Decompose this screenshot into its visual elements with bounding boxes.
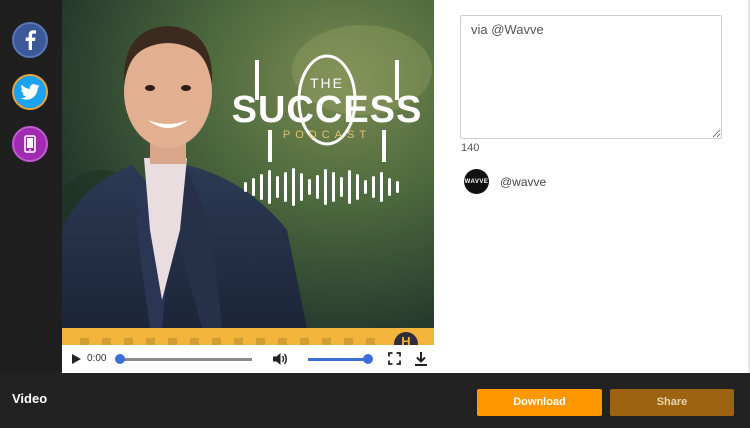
seek-handle[interactable]	[115, 354, 125, 364]
twitter-icon	[20, 84, 40, 100]
seek-bar[interactable]	[115, 354, 252, 364]
waveform-bar	[364, 180, 367, 194]
player-controls: 0:00	[62, 345, 434, 373]
facebook-icon	[25, 30, 36, 50]
volume-slider[interactable]	[308, 354, 373, 364]
share-button[interactable]: Share	[610, 389, 734, 416]
waveform-bar	[260, 174, 263, 200]
mobile-share-button[interactable]	[12, 126, 48, 162]
waveform-bar	[388, 178, 391, 196]
podcast-title-success: SUCCESS	[232, 89, 423, 131]
current-time: 0:00	[87, 353, 107, 364]
waveform-bar	[268, 170, 271, 204]
brand-badge: H	[394, 332, 418, 345]
message-textarea[interactable]: via @Wavve	[460, 15, 722, 139]
footer-bar: Video Download Share	[0, 373, 750, 428]
video-preview[interactable]: THE SUCCESS PODCAST H 0:00	[62, 0, 434, 373]
mobile-icon	[24, 135, 36, 153]
volume-icon[interactable]	[272, 351, 288, 367]
waveform-bar	[324, 169, 327, 205]
download-icon[interactable]	[414, 351, 428, 367]
waveform-bar	[276, 176, 279, 198]
fullscreen-icon[interactable]	[388, 352, 401, 365]
waveform-bar	[380, 172, 383, 202]
waveform-bar	[284, 172, 287, 202]
artwork-banner: H	[62, 328, 434, 345]
waveform-bar	[244, 182, 247, 192]
waveform-bar	[292, 168, 295, 206]
account-row: WAVVE @wavve	[464, 169, 546, 194]
share-rail	[0, 0, 62, 373]
podcast-title-sub: PODCAST	[283, 129, 371, 141]
waveform-bar	[300, 173, 303, 201]
play-icon[interactable]	[70, 353, 82, 365]
waveform-bar	[316, 175, 319, 199]
waveform-bar	[308, 179, 311, 195]
twitter-share-button[interactable]	[12, 74, 48, 110]
waveform-bar	[356, 174, 359, 200]
account-avatar: WAVVE	[464, 169, 489, 194]
waveform-bar	[348, 170, 351, 204]
waveform-bar	[252, 178, 255, 196]
download-button[interactable]: Download	[477, 389, 602, 416]
account-handle: @wavve	[500, 174, 547, 189]
volume-handle[interactable]	[363, 354, 373, 364]
waveform-bar	[372, 176, 375, 198]
banner-text-strip	[80, 338, 380, 345]
waveform-bar	[396, 181, 399, 193]
footer-label: Video	[12, 391, 48, 406]
character-count: 140	[461, 142, 480, 154]
share-panel: via @Wavve 140 WAVVE @wavve	[434, 0, 748, 373]
waveform-bar	[332, 172, 335, 202]
waveform-bar	[340, 177, 343, 197]
facebook-share-button[interactable]	[12, 22, 48, 58]
podcast-artwork: THE SUCCESS PODCAST	[62, 0, 434, 328]
